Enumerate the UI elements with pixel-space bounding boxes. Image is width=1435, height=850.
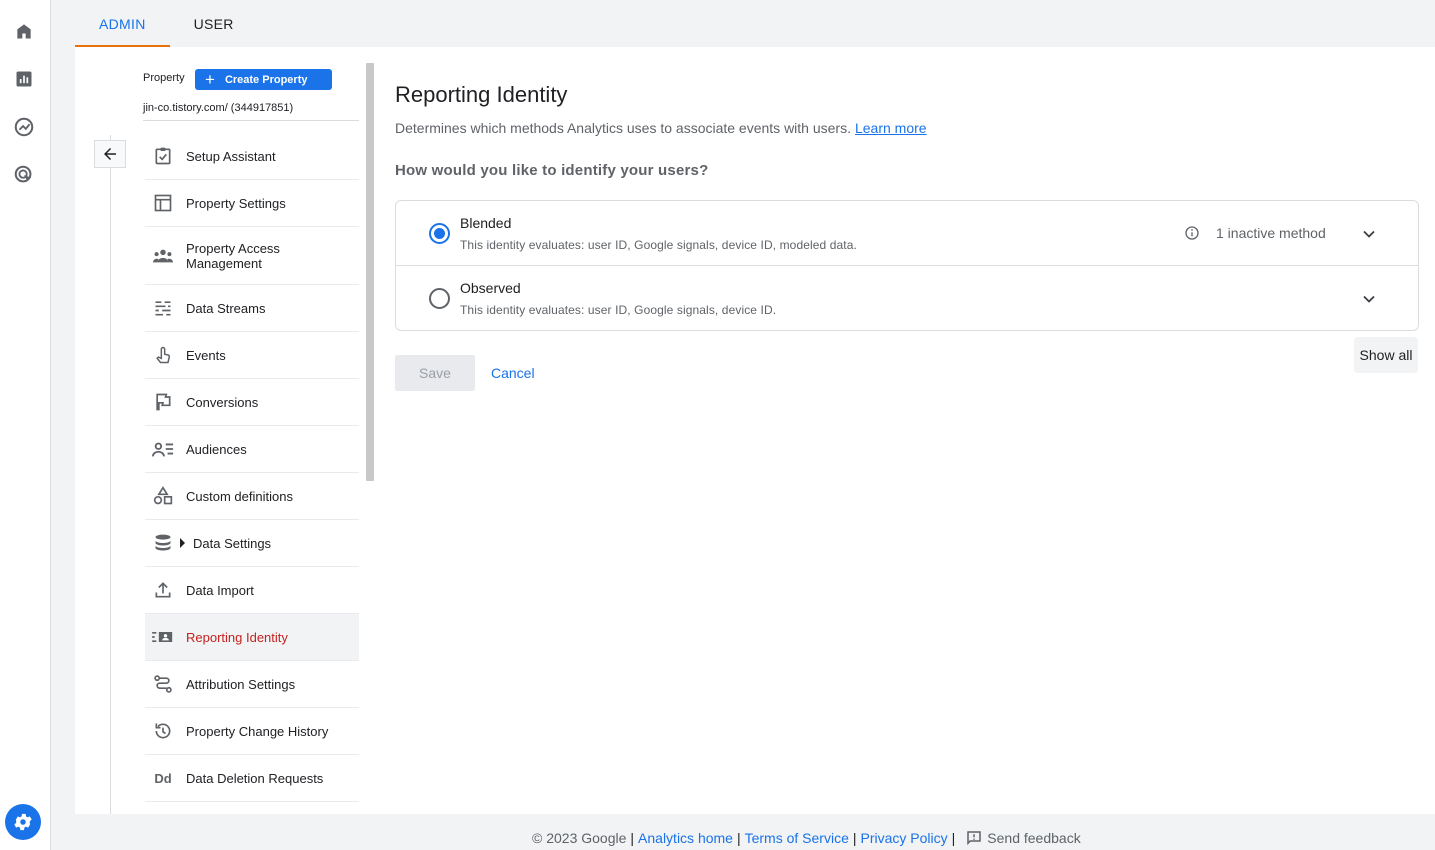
nav-item-label: Property Settings: [186, 195, 286, 211]
nav-item-label: Conversions: [186, 394, 259, 410]
layout-icon: [151, 191, 175, 215]
gear-icon[interactable]: [5, 804, 41, 840]
identity-icon: [151, 625, 175, 649]
nav-item-label: Events: [186, 347, 226, 363]
inactive-method-info: 1 inactive method: [1184, 225, 1326, 241]
nav-item-reporting-identity[interactable]: Reporting Identity: [145, 614, 359, 661]
description-text: Determines which methods Analytics uses …: [395, 120, 851, 136]
audience-icon: [151, 437, 175, 461]
nav-item-label: Data Settings: [193, 535, 272, 551]
nav-item-label: Data Import: [186, 582, 254, 598]
tab-admin[interactable]: ADMIN: [75, 0, 170, 47]
footer-separator: |: [630, 830, 635, 846]
create-property-button[interactable]: + Create Property: [195, 69, 332, 90]
nav-item-data-settings[interactable]: Data Settings: [145, 520, 359, 567]
nav-item-attribution-settings[interactable]: Attribution Settings: [145, 661, 359, 708]
nav-item-label: Attribution Settings: [186, 676, 296, 692]
shapes-icon: [151, 484, 175, 508]
identity-options: Blended This identity evaluates: user ID…: [395, 200, 1419, 331]
page-description: Determines which methods Analytics uses …: [395, 120, 927, 136]
learn-more-link[interactable]: Learn more: [855, 120, 927, 136]
inactive-method-text: 1 inactive method: [1216, 225, 1326, 241]
streams-icon: [151, 296, 175, 320]
nav-item-label: Data Streams: [186, 300, 266, 316]
privacy-policy-link[interactable]: Privacy Policy: [861, 830, 948, 846]
option-observed[interactable]: Observed This identity evaluates: user I…: [396, 266, 1418, 331]
footer-separator: |: [852, 830, 857, 846]
nav-scrollbar[interactable]: [366, 63, 374, 481]
nav-item-data-streams[interactable]: Data Streams: [145, 285, 359, 332]
flag-icon: [151, 390, 175, 414]
chevron-down-icon[interactable]: [1358, 223, 1380, 245]
nav-item-setup-assistant[interactable]: Setup Assistant: [145, 133, 359, 180]
property-nav: Setup Assistant Property Settings Proper…: [145, 133, 359, 802]
footer-separator: |: [736, 830, 741, 846]
people-icon: [151, 244, 175, 268]
footer-separator: |: [951, 830, 956, 846]
feedback-icon[interactable]: [965, 829, 983, 847]
nav-item-property-settings[interactable]: Property Settings: [145, 180, 359, 227]
property-id: jin-co.tistory.com/ (344917851): [143, 102, 294, 114]
attribution-icon: [151, 672, 175, 696]
send-feedback-link[interactable]: Send feedback: [987, 830, 1080, 846]
footer: © 2023 Google | Analytics home | Terms o…: [532, 829, 1081, 847]
nav-item-custom-definitions[interactable]: Custom definitions: [145, 473, 359, 520]
create-property-label: Create Property: [224, 73, 308, 86]
option-title: Observed: [460, 280, 521, 296]
identity-question: How would you like to identify your user…: [395, 162, 709, 179]
back-button[interactable]: [94, 140, 126, 168]
nav-divider: [110, 135, 111, 814]
tab-user[interactable]: USER: [170, 0, 258, 47]
nav-item-events[interactable]: Events: [145, 332, 359, 379]
explore-icon[interactable]: [12, 115, 36, 139]
arrow-back-icon: [104, 148, 116, 160]
nav-item-property-access-management[interactable]: Property Access Management: [145, 227, 359, 285]
observed-radio[interactable]: [429, 288, 450, 309]
terms-of-service-link[interactable]: Terms of Service: [745, 830, 849, 846]
nav-item-property-change-history[interactable]: Property Change History: [145, 708, 359, 755]
home-icon[interactable]: [12, 19, 36, 43]
nav-item-audiences[interactable]: Audiences: [145, 426, 359, 473]
option-blended[interactable]: Blended This identity evaluates: user ID…: [396, 201, 1418, 266]
reports-icon[interactable]: [12, 67, 36, 91]
left-rail: [0, 0, 51, 850]
admin-tabs: ADMIN USER: [75, 0, 258, 47]
save-button: Save: [395, 355, 475, 391]
property-divider: [143, 120, 359, 121]
nav-item-label: Reporting Identity: [186, 629, 288, 645]
option-subtitle: This identity evaluates: user ID, Google…: [460, 238, 857, 252]
nav-item-label: Property Change History: [186, 723, 329, 739]
nav-item-data-deletion-requests[interactable]: Dd Data Deletion Requests: [145, 755, 359, 802]
analytics-home-link[interactable]: Analytics home: [638, 830, 733, 846]
option-subtitle: This identity evaluates: user ID, Google…: [460, 303, 777, 317]
database-icon: [151, 531, 175, 555]
nav-item-label: Setup Assistant: [186, 148, 276, 164]
expand-caret-icon[interactable]: [180, 538, 185, 548]
nav-item-conversions[interactable]: Conversions: [145, 379, 359, 426]
history-icon: [151, 719, 175, 743]
advertising-icon[interactable]: [12, 163, 36, 187]
show-all-button[interactable]: Show all: [1354, 337, 1418, 373]
nav-item-label: Custom definitions: [186, 488, 293, 504]
data-deletion-icon: Dd: [154, 770, 172, 786]
nav-item-label: Data Deletion Requests: [186, 770, 324, 786]
nav-item-label: Property Access Management: [186, 240, 280, 271]
nav-item-label: Audiences: [186, 441, 247, 457]
touch-icon: [151, 343, 175, 367]
blended-radio[interactable]: [429, 223, 450, 244]
property-label: Property: [143, 72, 185, 84]
page-title: Reporting Identity: [395, 82, 568, 107]
nav-item-data-import[interactable]: Data Import: [145, 567, 359, 614]
content-panel: Property + Create Property jin-co.tistor…: [75, 47, 1435, 814]
checklist-icon: [151, 144, 175, 168]
chevron-down-icon[interactable]: [1358, 288, 1380, 310]
cancel-button[interactable]: Cancel: [491, 355, 535, 391]
plus-icon: +: [205, 70, 215, 89]
option-title: Blended: [460, 215, 512, 231]
info-icon: [1185, 226, 1199, 240]
upload-icon: [151, 578, 175, 602]
copyright: © 2023 Google: [532, 830, 627, 846]
